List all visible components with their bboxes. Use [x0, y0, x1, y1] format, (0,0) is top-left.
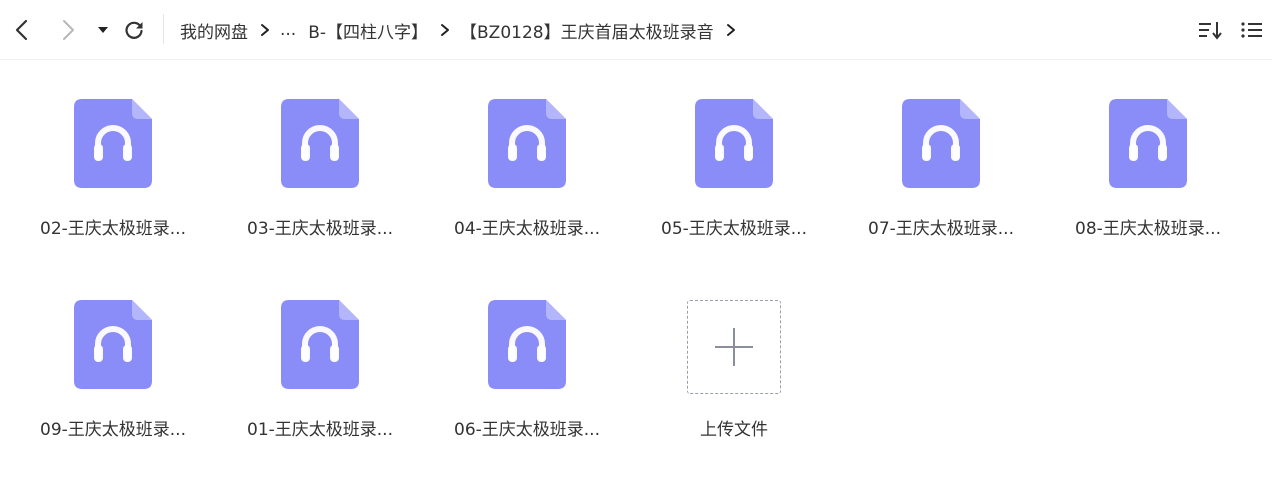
list-view-icon	[1241, 22, 1262, 38]
file-name: 01-王庆太极班录...	[247, 420, 393, 440]
back-button[interactable]	[8, 16, 36, 44]
file-item[interactable]: 08-王庆太极班录...	[1065, 96, 1235, 266]
sort-icon	[1199, 22, 1222, 40]
file-name: 09-王庆太极班录...	[40, 420, 186, 440]
file-item[interactable]: 01-王庆太极班录...	[237, 297, 407, 467]
breadcrumb: 我的网盘 ... B-【四柱八字】 【BZ0128】王庆首届太极班录音	[180, 17, 746, 43]
audio-file-icon	[902, 99, 980, 188]
refresh-button[interactable]	[120, 16, 148, 44]
file-item[interactable]: 03-王庆太极班录...	[237, 96, 407, 266]
file-item[interactable]: 09-王庆太极班录...	[30, 297, 200, 467]
file-name: 05-王庆太极班录...	[661, 219, 807, 239]
audio-file-icon	[74, 99, 152, 188]
audio-file-icon	[695, 99, 773, 188]
file-name: 08-王庆太极班录...	[1075, 219, 1221, 239]
breadcrumb-separator-icon	[260, 23, 270, 37]
breadcrumb-separator-icon	[440, 23, 450, 37]
history-dropdown-button[interactable]	[89, 16, 117, 44]
audio-file-icon	[74, 300, 152, 389]
toolbar-divider	[163, 14, 164, 44]
triangle-down-icon	[98, 27, 108, 33]
file-item[interactable]: 05-王庆太极班录...	[651, 96, 821, 266]
upload-item[interactable]: 上传文件	[651, 297, 821, 467]
file-name: 06-王庆太极班录...	[454, 420, 600, 440]
sort-button[interactable]	[1196, 16, 1224, 44]
file-item[interactable]: 02-王庆太极班录...	[30, 96, 200, 266]
breadcrumb-item-current[interactable]: 【BZ0128】王庆首届太极班录音	[460, 18, 714, 43]
breadcrumb-expand-icon[interactable]	[726, 23, 736, 37]
toolbar: 我的网盘 ... B-【四柱八字】 【BZ0128】王庆首届太极班录音	[0, 0, 1272, 60]
upload-label: 上传文件	[700, 420, 768, 440]
chevron-left-icon	[15, 19, 28, 41]
chevron-right-icon	[63, 20, 74, 40]
list-view-button[interactable]	[1238, 16, 1266, 44]
audio-file-icon	[488, 99, 566, 188]
file-name: 04-王庆太极班录...	[454, 219, 600, 239]
audio-file-icon	[281, 300, 359, 389]
audio-file-icon	[488, 300, 566, 389]
audio-file-icon	[281, 99, 359, 188]
refresh-icon	[125, 21, 143, 39]
file-name: 02-王庆太极班录...	[40, 219, 186, 239]
plus-icon	[715, 328, 753, 366]
breadcrumb-item-root[interactable]: 我的网盘	[180, 18, 248, 43]
breadcrumb-item-parent[interactable]: B-【四柱八字】	[308, 18, 428, 43]
upload-dropzone[interactable]	[687, 300, 781, 394]
file-item[interactable]: 06-王庆太极班录...	[444, 297, 614, 467]
file-name: 03-王庆太极班录...	[247, 219, 393, 239]
file-name: 07-王庆太极班录...	[868, 219, 1014, 239]
audio-file-icon	[1109, 99, 1187, 188]
breadcrumb-item-ellipsis[interactable]: ...	[280, 20, 296, 40]
forward-button[interactable]	[54, 16, 82, 44]
file-item[interactable]: 07-王庆太极班录...	[858, 96, 1028, 266]
file-item[interactable]: 04-王庆太极班录...	[444, 96, 614, 266]
